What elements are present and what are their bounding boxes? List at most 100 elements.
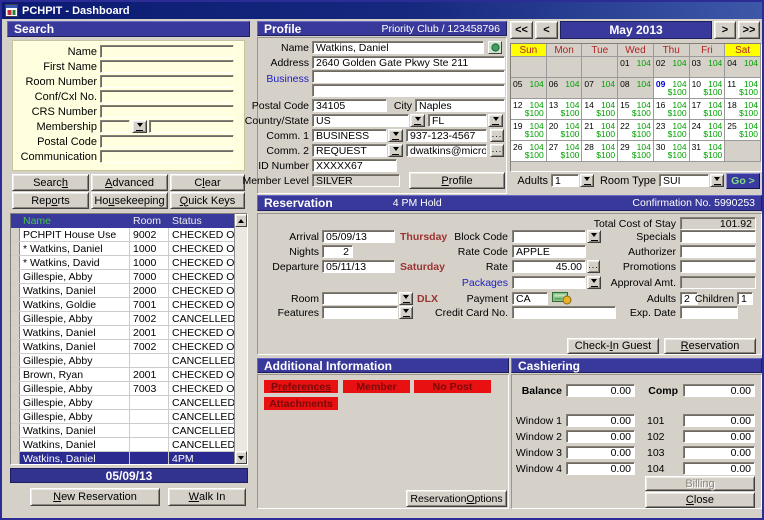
adults-dropdown-button[interactable] — [580, 174, 594, 187]
table-row[interactable]: Gillespie, Abby7000CHECKED OUT — [11, 270, 234, 284]
search-first-name-input[interactable] — [100, 60, 234, 73]
profile-name-field[interactable]: Watkins, Daniel — [312, 41, 484, 54]
column-header-name[interactable]: Name — [20, 215, 130, 227]
room-field[interactable] — [322, 292, 398, 305]
table-row[interactable]: PCHPIT House Use9002CHECKED OUT — [11, 228, 234, 242]
departure-field[interactable]: 05/11/13 — [322, 260, 395, 273]
flag-badge-preferences[interactable]: Preferences — [264, 380, 338, 393]
calendar-cell[interactable]: 10104$100 — [690, 78, 726, 99]
quick-keys-button[interactable]: Quick Keys — [170, 192, 245, 209]
table-row[interactable]: * Watkins, Daniel1000CHECKED OUT — [11, 242, 234, 256]
specials-field[interactable] — [680, 230, 756, 243]
table-header[interactable]: Name Room Status — [11, 214, 234, 228]
arrival-field[interactable]: 05/09/13 — [322, 230, 395, 243]
packages-field[interactable] — [512, 276, 586, 289]
table-row[interactable]: Brown, Ryan2001CHECKED OUT — [11, 368, 234, 382]
new-reservation-button[interactable]: New Reservation — [30, 488, 160, 506]
search-name-input[interactable] — [100, 45, 234, 58]
calendar-cell[interactable]: 13104$100 — [547, 99, 583, 120]
exp-date-field[interactable] — [680, 306, 738, 319]
search-room-number-input[interactable] — [100, 75, 234, 88]
promotions-field[interactable] — [680, 260, 756, 273]
calendar-cell[interactable]: 25104$100 — [725, 120, 761, 141]
calendar-cell[interactable]: 30104$100 — [654, 141, 690, 162]
authorizer-field[interactable] — [680, 245, 756, 258]
calendar-cell[interactable]: 27104$100 — [547, 141, 583, 162]
table-row[interactable]: Watkins, Goldie7001CHECKED OUT — [11, 298, 234, 312]
country-field[interactable]: US — [312, 114, 409, 127]
state-field[interactable]: FL — [428, 114, 487, 127]
reports-button[interactable]: Reports — [12, 192, 89, 209]
calendar-cell[interactable]: 17104$100 — [690, 99, 726, 120]
comm2-value-field[interactable]: dwatkins@micros — [406, 144, 487, 157]
prev-month-button[interactable]: < — [535, 21, 558, 39]
calendar-cell[interactable]: 26104$100 — [511, 141, 547, 162]
search-crs-number-input[interactable] — [100, 105, 234, 118]
comm1-ellipsis-button[interactable] — [490, 129, 504, 142]
comm2-dropdown-button[interactable] — [388, 144, 403, 157]
calendar-cell[interactable]: 05104 — [511, 78, 547, 99]
prev-year-button[interactable]: << — [510, 21, 533, 39]
profile-button[interactable]: Profile — [409, 172, 505, 189]
calendar-cell[interactable]: 01104 — [618, 57, 654, 78]
scroll-down-button[interactable] — [235, 451, 247, 464]
table-row[interactable]: Watkins, Daniel7002CHECKED OUT — [11, 340, 234, 354]
calendar-cell[interactable]: 31104$100 — [690, 141, 726, 162]
calendar-cell[interactable]: 06104 — [547, 78, 583, 99]
search-conf-cxl-input[interactable] — [100, 90, 234, 103]
check-in-guest-button[interactable]: Check-In Guest — [567, 338, 659, 354]
table-row[interactable]: Gillespie, AbbyCANCELLED — [11, 396, 234, 410]
calendar-cell[interactable]: 09104$100 — [654, 78, 690, 99]
search-communication-input[interactable] — [100, 150, 234, 163]
column-header-status[interactable]: Status — [169, 215, 234, 227]
calendar-cell[interactable]: 14104$100 — [582, 99, 618, 120]
calendar-cell[interactable]: 04104 — [725, 57, 761, 78]
calendar-cell[interactable]: 11104$100 — [725, 78, 761, 99]
table-row[interactable]: Gillespie, Abby7003CHECKED OUT — [11, 382, 234, 396]
table-row[interactable]: Gillespie, Abby7002CANCELLED — [11, 312, 234, 326]
comm2-type-field[interactable]: REQUEST — [312, 144, 387, 157]
calendar-cell[interactable]: 02104 — [654, 57, 690, 78]
flag-badge-attachments[interactable]: Attachments — [264, 397, 338, 410]
membership-dropdown-button[interactable] — [132, 120, 147, 133]
calendar-cell[interactable]: 19104$100 — [511, 120, 547, 141]
table-row[interactable]: Gillespie, AbbyCANCELLED — [11, 410, 234, 424]
calendar-cell[interactable]: 03104 — [690, 57, 726, 78]
reservation-options-button[interactable]: Reservation Options — [406, 490, 507, 507]
state-dropdown-button[interactable] — [488, 114, 503, 127]
packages-label[interactable]: Packages — [422, 276, 508, 289]
table-row[interactable]: Watkins, DanielCANCELLED — [11, 424, 234, 438]
nights-field[interactable]: 2 — [322, 245, 353, 258]
business-field-1[interactable] — [312, 70, 505, 83]
block-code-field[interactable] — [512, 230, 586, 243]
calendar-cell[interactable]: 21104$100 — [582, 120, 618, 141]
calendar-cell[interactable]: 20104$100 — [547, 120, 583, 141]
calendar-cell[interactable]: 23104$100 — [654, 120, 690, 141]
room-type-field[interactable]: SUI — [659, 174, 709, 187]
close-button[interactable]: Close — [645, 492, 755, 508]
calendar-cell[interactable]: 16104$100 — [654, 99, 690, 120]
features-field[interactable] — [322, 306, 398, 319]
profile-lookup-icon[interactable] — [488, 41, 502, 54]
room-dropdown-button[interactable] — [399, 292, 413, 305]
walk-in-button[interactable]: Walk In — [168, 488, 246, 506]
table-row[interactable]: Gillespie, AbbyCANCELLED — [11, 354, 234, 368]
reservation-button[interactable]: Reservation — [664, 338, 756, 354]
adults-field[interactable]: 1 — [551, 174, 579, 187]
calendar-cell[interactable]: 15104$100 — [618, 99, 654, 120]
country-dropdown-button[interactable] — [410, 114, 425, 127]
search-membership-type-input[interactable] — [100, 120, 130, 133]
city-field[interactable]: Naples — [415, 99, 505, 112]
next-year-button[interactable]: >> — [738, 21, 760, 39]
table-row[interactable]: Watkins, Daniel2001CHECKED OUT — [11, 326, 234, 340]
advanced-button[interactable]: Advanced — [91, 174, 168, 191]
column-header-room[interactable]: Room — [130, 215, 169, 227]
table-row[interactable]: Watkins, DanielCANCELLED — [11, 438, 234, 452]
calendar-cell[interactable]: 24104$100 — [690, 120, 726, 141]
credit-card-field[interactable] — [512, 306, 616, 319]
rate-code-field[interactable]: APPLE — [512, 245, 586, 258]
search-membership-number-input[interactable] — [149, 120, 234, 133]
flag-badge-member[interactable]: Member — [343, 380, 410, 393]
comm2-ellipsis-button[interactable] — [490, 144, 504, 157]
search-button[interactable]: Search — [12, 174, 89, 191]
